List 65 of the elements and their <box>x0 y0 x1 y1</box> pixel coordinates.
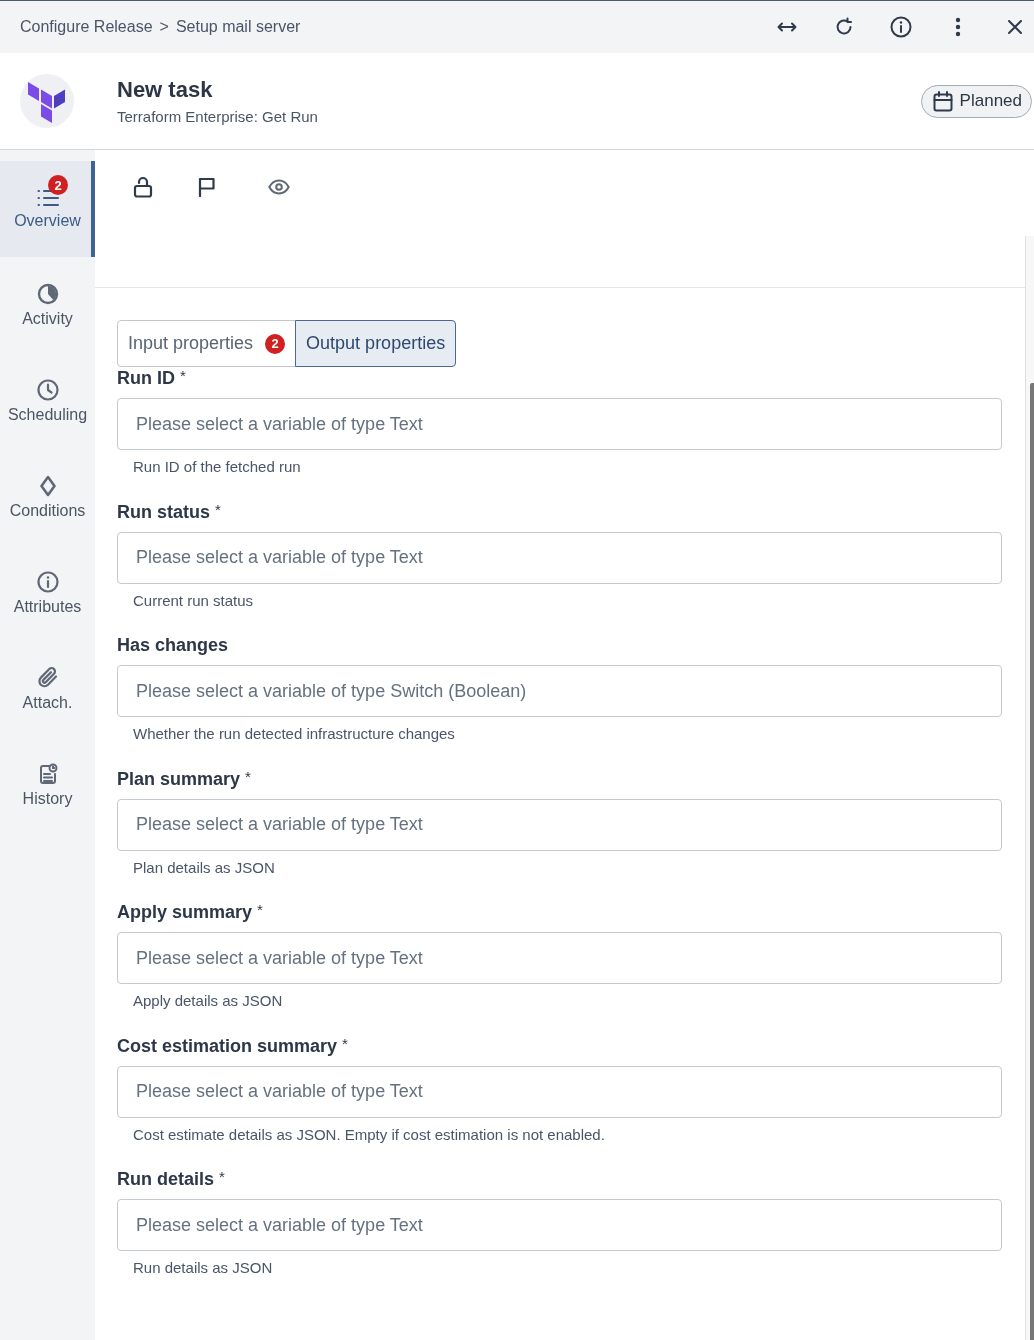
more-icon <box>955 17 961 37</box>
field-label: Run status <box>117 500 210 523</box>
lock-button[interactable] <box>131 175 155 199</box>
field-label: Has changes <box>117 634 229 656</box>
scrollbar[interactable] <box>1025 236 1034 1340</box>
task-title: New task <box>117 76 214 103</box>
clock-icon <box>36 378 59 401</box>
refresh-icon <box>834 17 854 37</box>
field-label: Run ID <box>117 367 175 389</box>
variable-field[interactable]: Please select a variable of type Text <box>117 932 1002 984</box>
variable-field[interactable]: Please select a variable of type Text <box>117 1065 1002 1118</box>
tab[interactable]: Input properties 2 <box>117 320 297 367</box>
info-button[interactable] <box>889 15 913 39</box>
field-label: Cost estimation summary <box>117 1034 338 1057</box>
required-mark: * <box>245 767 251 786</box>
variable-field[interactable]: Please select a variable of type Text <box>117 531 1002 584</box>
required-mark: * <box>180 367 186 385</box>
sidebar-item[interactable]: History <box>0 737 95 833</box>
eye-icon <box>268 179 290 195</box>
field-label: Run details <box>117 1168 214 1190</box>
breadcrumb-current: Setup mail server <box>175 18 301 36</box>
task-subtitle: Terraform Enterprise: Get Run <box>117 107 318 126</box>
info-icon <box>36 570 59 593</box>
help-text: Run details as JSON <box>132 1259 274 1277</box>
help-text: Run ID of the fetched run <box>132 458 302 476</box>
breadcrumb-link[interactable]: Configure Release <box>20 18 153 36</box>
sidebar-item[interactable]: Activity <box>0 257 95 353</box>
help-text: Current run status <box>132 591 255 610</box>
variable-field[interactable]: Please select a variable of type Switch (Boolean) <box>117 665 1002 717</box>
count-badge: 2 <box>48 175 68 195</box>
calendar-icon <box>932 90 953 112</box>
tab[interactable]: Output properties <box>295 320 457 367</box>
clipboard-icon <box>37 762 58 785</box>
list-icon <box>36 188 59 207</box>
help-text: Apply details as JSON <box>132 992 284 1010</box>
sidebar-item[interactable]: Conditions <box>0 449 95 545</box>
sidebar-item[interactable]: Scheduling <box>0 353 95 449</box>
help-text: Plan details as JSON <box>132 858 276 877</box>
breadcrumb-separator: > <box>159 18 169 36</box>
info-icon <box>890 16 912 38</box>
field-label: Apply summary <box>117 901 253 923</box>
help-text: Whether the run detected infrastructure changes <box>132 725 456 743</box>
paperclip-icon <box>37 666 58 689</box>
help-text: Cost estimate details as JSON. Empty if cost estimation is not enabled. <box>132 1125 606 1144</box>
sidebar-item[interactable]: Attach. <box>0 641 95 737</box>
logo-icon <box>20 74 74 128</box>
flag-icon <box>198 177 216 197</box>
count-badge: 2 <box>265 333 286 354</box>
required-mark: * <box>219 1168 225 1186</box>
double-arrow-icon <box>777 21 797 33</box>
variable-field[interactable]: Please select a variable of type Text <box>117 398 1002 450</box>
padlock-icon <box>133 176 153 198</box>
status-button[interactable]: Planned <box>920 84 1032 118</box>
field-label: Plan summary <box>117 767 241 790</box>
diamond-icon <box>39 474 56 497</box>
pie-chart-icon <box>36 282 59 305</box>
required-mark: * <box>342 1034 348 1053</box>
scrollbar-thumb[interactable] <box>1030 383 1034 1340</box>
sidebar-item[interactable]: Overview 2 <box>0 161 95 257</box>
close-icon <box>1008 20 1022 34</box>
required-mark: * <box>257 901 263 919</box>
required-mark: * <box>215 500 221 519</box>
variable-field[interactable]: Please select a variable of type Text <box>117 798 1002 851</box>
variable-field[interactable]: Please select a variable of type Text <box>117 1199 1002 1251</box>
sidebar-item[interactable]: Attributes <box>0 545 95 641</box>
